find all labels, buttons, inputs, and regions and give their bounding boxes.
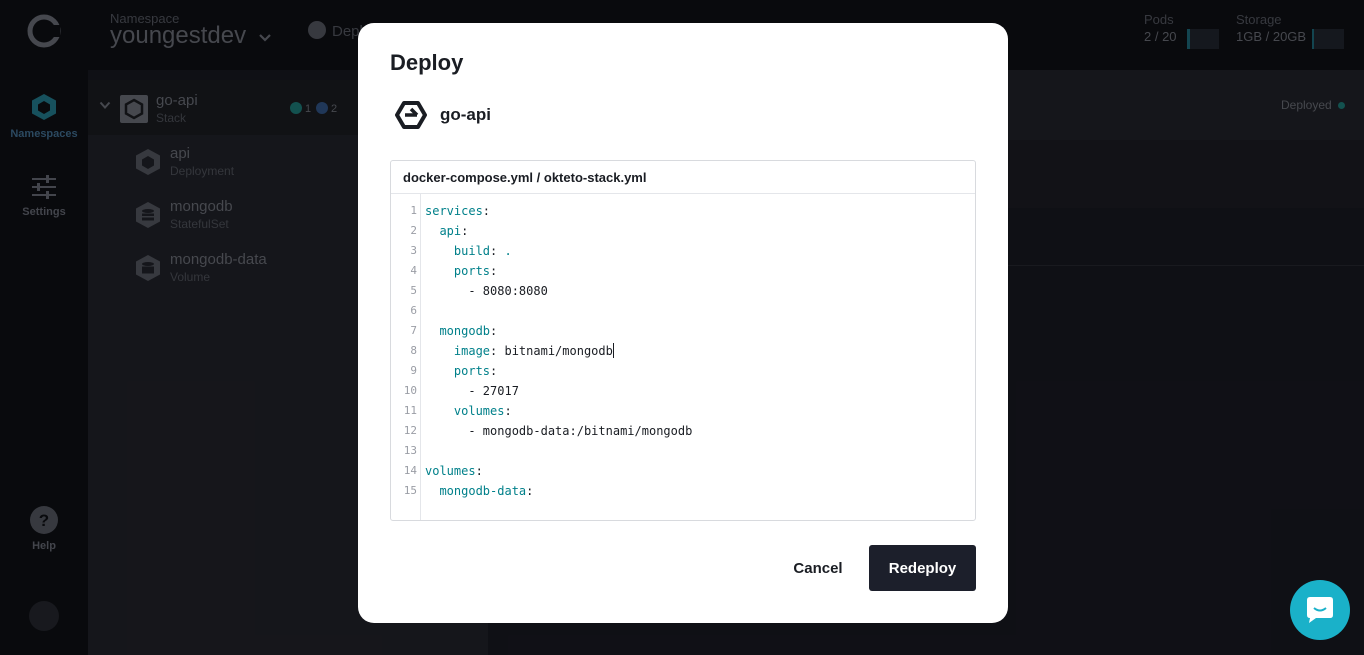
code-line[interactable]: 8 image: bitnami/mongodb bbox=[391, 341, 975, 361]
code-line[interactable]: 6 bbox=[391, 301, 975, 321]
redeploy-button[interactable]: Redeploy bbox=[869, 545, 976, 591]
line-number: 5 bbox=[410, 284, 417, 297]
line-number: 10 bbox=[403, 384, 417, 397]
code-text: image: bitnami/mongodb bbox=[453, 343, 614, 358]
code-line[interactable]: 7 mongodb: bbox=[391, 321, 975, 341]
yaml-value: bitnami/mongodb bbox=[504, 344, 613, 358]
code-line[interactable]: 5 - 8080:8080 bbox=[391, 281, 975, 301]
code-text: ports: bbox=[453, 364, 498, 378]
modal-title: Deploy bbox=[390, 50, 464, 75]
code-text: build: . bbox=[453, 244, 512, 258]
yaml-value: . bbox=[504, 244, 512, 258]
stack-hexagon-icon bbox=[395, 101, 427, 129]
yaml-key: mongodb bbox=[439, 324, 491, 338]
yaml-value: - 27017 bbox=[468, 384, 519, 398]
yaml-key: api bbox=[439, 224, 462, 238]
code-editor[interactable]: docker-compose.yml / okteto-stack.yml 1s… bbox=[390, 160, 976, 521]
yaml-value: - 8080:8080 bbox=[468, 284, 548, 298]
line-number: 4 bbox=[410, 264, 417, 277]
code-text: - 27017 bbox=[425, 381, 519, 401]
yaml-key: volumes bbox=[453, 404, 505, 418]
code-line[interactable]: 15 mongodb-data: bbox=[391, 481, 975, 501]
code-line[interactable]: 3 build: . bbox=[391, 241, 975, 261]
code-text: api: bbox=[439, 224, 469, 238]
code-line[interactable]: 2 api: bbox=[391, 221, 975, 241]
line-number: 6 bbox=[410, 304, 417, 317]
yaml-key: image bbox=[453, 344, 491, 358]
line-number: 9 bbox=[410, 364, 417, 377]
line-number: 7 bbox=[410, 324, 417, 337]
code-line[interactable]: 11 volumes: bbox=[391, 401, 975, 421]
code-line[interactable]: 4 ports: bbox=[391, 261, 975, 281]
line-number: 1 bbox=[410, 204, 417, 217]
text-cursor bbox=[612, 343, 614, 358]
editor-filename: docker-compose.yml / okteto-stack.yml bbox=[391, 161, 975, 194]
line-number: 15 bbox=[403, 484, 417, 497]
line-number: 14 bbox=[403, 464, 417, 477]
line-number: 8 bbox=[410, 344, 417, 357]
line-number: 12 bbox=[403, 424, 417, 437]
yaml-value: - mongodb-data:/bitnami/mongodb bbox=[468, 424, 693, 438]
code-text: ports: bbox=[453, 264, 498, 278]
yaml-key: build bbox=[453, 244, 491, 258]
deploy-modal: Deploy go-api docker-compose.yml / oktet… bbox=[358, 23, 1008, 623]
code-line[interactable]: 13 bbox=[391, 441, 975, 461]
cancel-button[interactable]: Cancel bbox=[768, 545, 868, 591]
code-line[interactable]: 10 - 27017 bbox=[391, 381, 975, 401]
code-text: volumes: bbox=[453, 404, 512, 418]
yaml-key: ports bbox=[453, 364, 491, 378]
line-number: 2 bbox=[410, 224, 417, 237]
line-number: 3 bbox=[410, 244, 417, 257]
code-text: volumes: bbox=[425, 464, 483, 478]
yaml-key: services bbox=[425, 204, 483, 218]
line-number: 11 bbox=[403, 404, 417, 417]
modal-stack-name: go-api bbox=[440, 105, 491, 124]
code-text: - mongodb-data:/bitnami/mongodb bbox=[425, 421, 692, 441]
code-text: services: bbox=[425, 204, 491, 218]
yaml-key: volumes bbox=[425, 464, 476, 478]
code-text: mongodb: bbox=[439, 324, 498, 338]
code-line[interactable]: 14 volumes: bbox=[391, 461, 975, 481]
code-content[interactable]: 1 services: 2 api: 3 build: .4 ports: 5 - 80… bbox=[391, 201, 975, 501]
code-text: mongodb-data: bbox=[439, 484, 534, 498]
code-line[interactable]: 12 - mongodb-data:/bitnami/mongodb bbox=[391, 421, 975, 441]
chat-button[interactable] bbox=[1290, 580, 1350, 640]
code-line[interactable]: 9 ports: bbox=[391, 361, 975, 381]
yaml-key: mongodb-data bbox=[439, 484, 527, 498]
line-number: 13 bbox=[403, 444, 417, 457]
chat-bubble-icon bbox=[1307, 597, 1333, 623]
code-line[interactable]: 1 services: bbox=[391, 201, 975, 221]
yaml-key: ports bbox=[453, 264, 491, 278]
code-text: - 8080:8080 bbox=[425, 281, 548, 301]
